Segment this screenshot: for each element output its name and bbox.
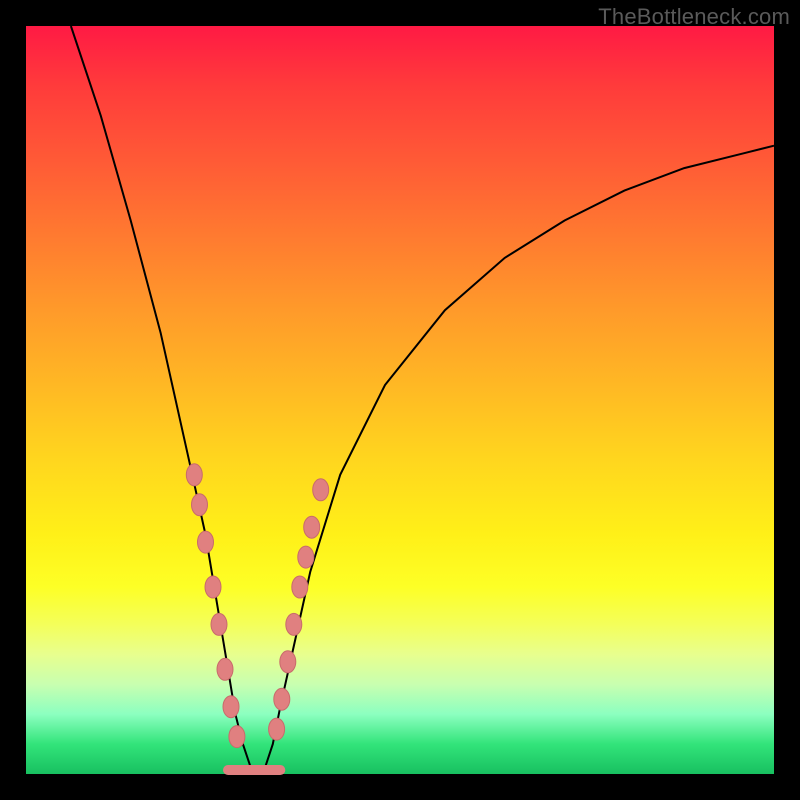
data-dot — [223, 696, 239, 718]
chart-svg — [26, 26, 774, 774]
data-dot — [186, 464, 202, 486]
data-dot — [198, 531, 214, 553]
dots-left-arm — [186, 464, 245, 748]
data-dot — [211, 613, 227, 635]
data-dot — [269, 718, 285, 740]
bottleneck-curve — [71, 26, 774, 774]
data-dot — [217, 658, 233, 680]
data-dot — [192, 494, 208, 516]
data-dot — [274, 688, 290, 710]
data-dot — [298, 546, 314, 568]
dots-right-arm — [269, 479, 329, 740]
data-dot — [313, 479, 329, 501]
data-dot — [286, 613, 302, 635]
data-dot — [229, 726, 245, 748]
data-dot — [304, 516, 320, 538]
data-dot — [292, 576, 308, 598]
data-dot — [205, 576, 221, 598]
data-dot — [280, 651, 296, 673]
